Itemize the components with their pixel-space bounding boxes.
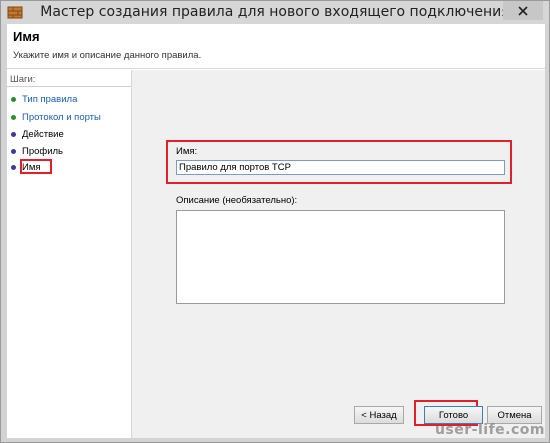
step-label: Тип правила: [22, 94, 78, 105]
name-input[interactable]: [176, 160, 505, 175]
name-label: Имя:: [176, 146, 198, 157]
wizard-window: Мастер создания правила для нового входя…: [0, 0, 550, 443]
step-label: Действие: [22, 129, 64, 140]
step-pending-icon: [11, 132, 16, 137]
page-title: Имя: [13, 29, 40, 44]
description-textarea[interactable]: [176, 210, 505, 304]
step-action: Действие: [11, 128, 64, 141]
window-title: Мастер создания правила для нового входя…: [40, 4, 510, 20]
step-label: Протокол и порты: [22, 112, 101, 123]
step-protocol-ports[interactable]: Протокол и порты: [11, 111, 101, 124]
steps-title: Шаги:: [10, 74, 36, 85]
description-label: Описание (необязательно):: [176, 195, 298, 206]
step-label: Профиль: [22, 146, 64, 157]
wizard-client: Имя Укажите имя и описание данного прави…: [7, 24, 545, 438]
page-header: Имя Укажите имя и описание данного прави…: [7, 24, 545, 69]
page-description: Укажите имя и описание данного правила.: [13, 50, 202, 61]
step-done-icon: [11, 97, 16, 102]
back-button[interactable]: < Назад: [354, 406, 404, 424]
divider: [7, 86, 131, 87]
form-panel: Имя: Описание (необязательно): < Назад Г…: [133, 70, 545, 438]
step-done-icon: [11, 115, 16, 120]
step-current-icon: [11, 165, 16, 170]
step-profile: Профиль: [11, 145, 63, 158]
title-bar[interactable]: Мастер создания правила для нового входя…: [1, 1, 549, 24]
close-icon: [518, 5, 528, 16]
close-button[interactable]: [503, 1, 543, 20]
step-rule-type[interactable]: Тип правила: [11, 93, 77, 106]
wizard-body: Шаги: Тип правила Протокол и порты Дейст…: [7, 70, 545, 438]
steps-sidebar: Шаги: Тип правила Протокол и порты Дейст…: [7, 70, 132, 438]
step-pending-icon: [11, 149, 16, 154]
watermark-logo: user-life.com: [434, 422, 545, 438]
current-step-highlight: [20, 159, 52, 174]
